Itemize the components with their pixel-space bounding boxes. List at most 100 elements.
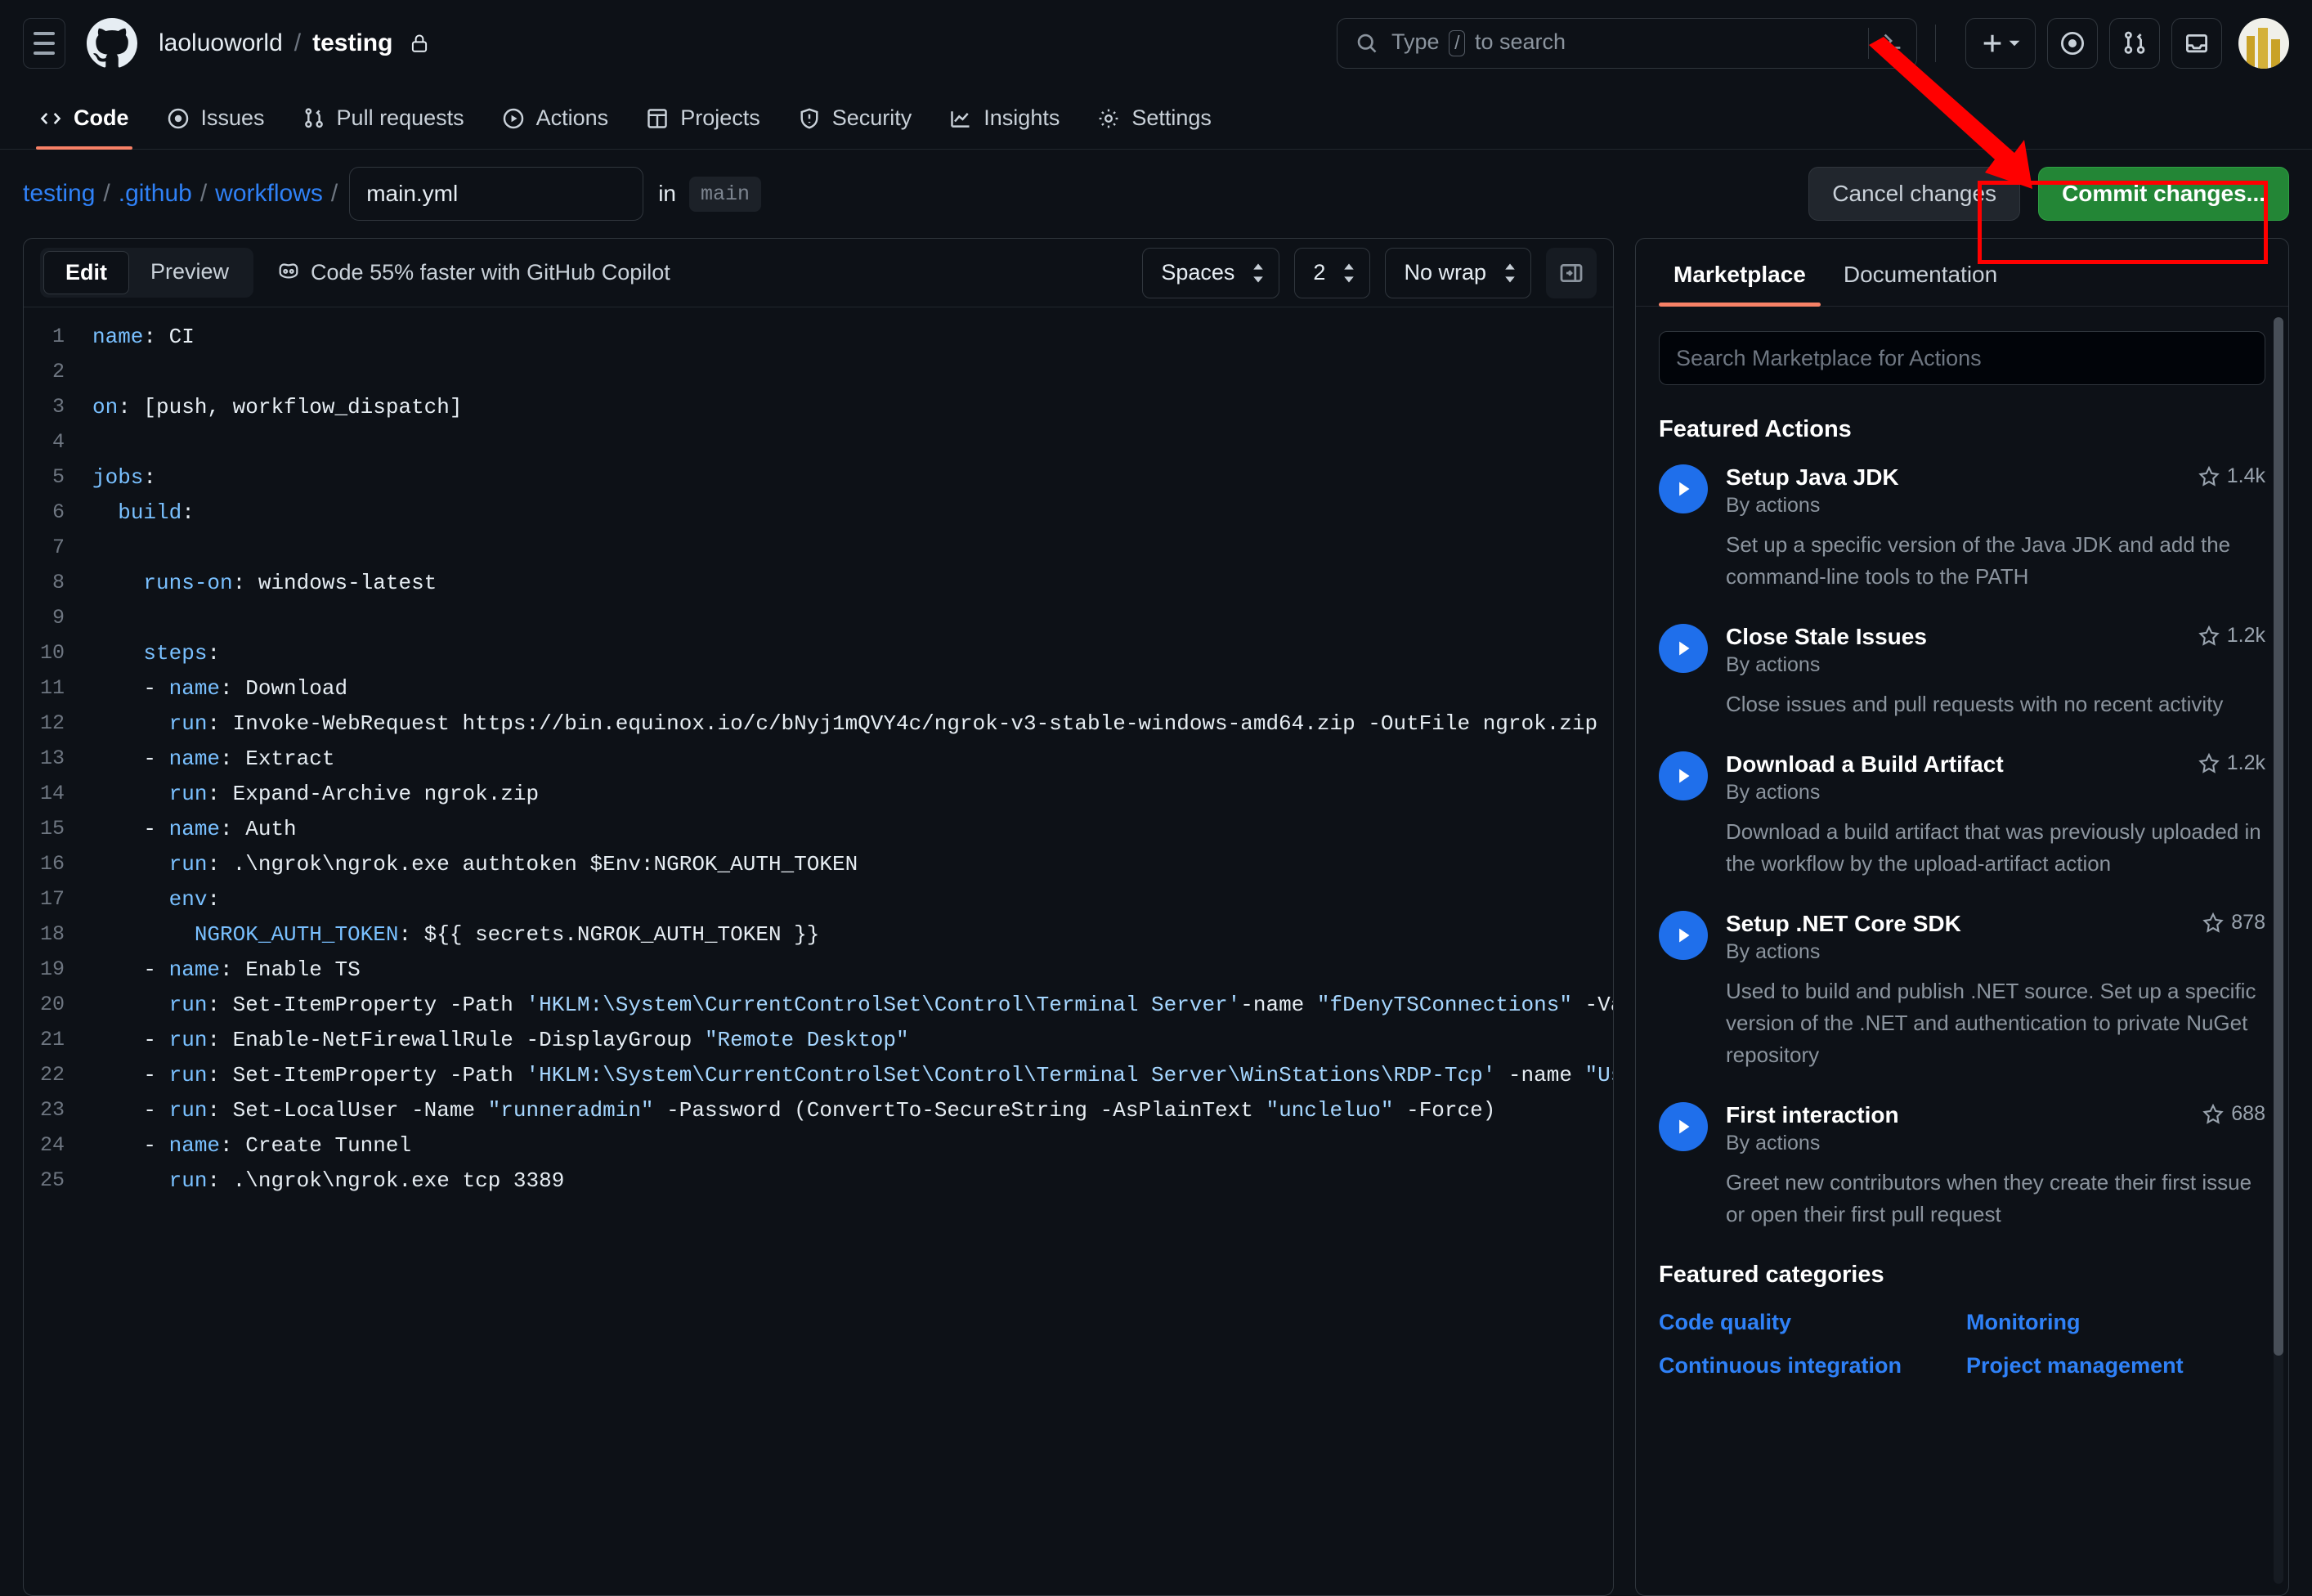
code-line[interactable]: 8 runs-on: windows-latest <box>24 565 1613 600</box>
code-line[interactable]: 21 - run: Enable-NetFirewallRule -Displa… <box>24 1022 1613 1057</box>
tab-preview[interactable]: Preview <box>129 251 250 294</box>
action-star-value: 688 <box>2231 1102 2265 1125</box>
wrap-mode-value: No wrap <box>1404 260 1486 285</box>
action-description: Set up a specific version of the Java JD… <box>1726 532 2231 589</box>
code-line[interactable]: 17 env: <box>24 881 1613 917</box>
editor-settings: Spaces 2 No wrap <box>1142 247 1597 298</box>
marketplace-action-item[interactable]: Setup Java JDK 1.4k By actions Set up a spe… <box>1659 464 2265 593</box>
sidebar-scrollbar-thumb[interactable] <box>2274 317 2283 1356</box>
code-line[interactable]: 11 - name: Download <box>24 670 1613 706</box>
code-line[interactable]: 15 - name: Auth <box>24 811 1613 846</box>
category-link[interactable]: Continuous integration <box>1659 1353 1958 1379</box>
copilot-promo[interactable]: Code 55% faster with GitHub Copilot <box>276 258 670 288</box>
marketplace-action-item[interactable]: Close Stale Issues 1.2k By actions Close is… <box>1659 624 2265 720</box>
category-link[interactable]: Project management <box>1966 1353 2265 1379</box>
line-content: - run: Enable-NetFirewallRule -DisplayGr… <box>92 1027 909 1052</box>
lock-icon <box>409 32 430 55</box>
code-line[interactable]: 1 name: CI <box>24 319 1613 354</box>
featured-actions-heading: Featured Actions <box>1659 416 1852 442</box>
action-author: By actions <box>1726 653 1821 676</box>
breadcrumb-link-testing[interactable]: testing <box>23 180 95 208</box>
tab-projects-label: Projects <box>680 105 760 130</box>
action-details: Setup Java JDK 1.4k By actions Set up a spe… <box>1726 464 2265 593</box>
tab-actions[interactable]: Actions <box>486 105 625 149</box>
search-slash-kbd: / <box>1449 29 1466 56</box>
code-line[interactable]: 7 <box>24 530 1613 565</box>
code-line[interactable]: 2 <box>24 354 1613 389</box>
tab-security[interactable]: Security <box>782 105 929 149</box>
code-line[interactable]: 23 - run: Set-LocalUser -Name "runneradm… <box>24 1092 1613 1128</box>
hamburger-menu-icon[interactable] <box>23 17 65 69</box>
github-logo-icon[interactable] <box>87 17 137 69</box>
code-line[interactable]: 5 jobs: <box>24 460 1613 495</box>
code-lines[interactable]: 1 name: CI 2 3 on: [push, workflow_dispatch]… <box>24 307 1613 1595</box>
tab-edit[interactable]: Edit <box>43 251 129 294</box>
action-star-count: 1.2k <box>2198 751 2265 775</box>
file-path-bar: testing / .github / workflows / in main … <box>0 150 2312 238</box>
code-line[interactable]: 19 - name: Enable TS <box>24 952 1613 987</box>
action-author: By actions <box>1726 494 1821 517</box>
featured-actions-list: Setup Java JDK 1.4k By actions Set up a spe… <box>1659 464 2265 1231</box>
action-author: By actions <box>1726 1132 1821 1154</box>
user-avatar[interactable] <box>2238 17 2289 69</box>
sidebar-body: Featured Actions Setup Java JDK 1.4k By ac… <box>1636 307 2288 1595</box>
issues-icon-button[interactable] <box>2047 17 2098 69</box>
filename-input[interactable] <box>349 167 644 221</box>
line-number: 5 <box>52 465 65 489</box>
breadcrumb-owner[interactable]: laoluoworld <box>159 29 283 57</box>
code-line[interactable]: 9 <box>24 600 1613 635</box>
code-line[interactable]: 13 - name: Extract <box>24 741 1613 776</box>
line-number: 3 <box>52 395 65 419</box>
breadcrumb-link-github[interactable]: .github <box>119 180 192 208</box>
line-number: 2 <box>52 360 65 383</box>
marketplace-search-input[interactable] <box>1659 331 2265 385</box>
category-link[interactable]: Monitoring <box>1966 1310 2265 1335</box>
marketplace-action-item[interactable]: First interaction 688 By actions Greet new … <box>1659 1102 2265 1231</box>
notifications-inbox-icon-button[interactable] <box>2171 17 2222 69</box>
tab-issues[interactable]: Issues <box>150 105 281 149</box>
tab-marketplace[interactable]: Marketplace <box>1659 239 1821 307</box>
code-line[interactable]: 20 run: Set-ItemProperty -Path 'HKLM:\Sy… <box>24 987 1613 1022</box>
code-line[interactable]: 4 <box>24 424 1613 460</box>
toggle-side-panel-icon[interactable] <box>1546 247 1597 298</box>
tab-code[interactable]: Code <box>23 105 146 150</box>
tab-documentation[interactable]: Documentation <box>1829 239 2012 306</box>
breadcrumb-repo[interactable]: testing <box>312 29 392 57</box>
terminal-icon[interactable] <box>1880 29 1905 57</box>
tab-pull-requests-label: Pull requests <box>336 105 464 130</box>
commit-changes-button[interactable]: Commit changes... <box>2038 167 2289 221</box>
tab-pull-requests[interactable]: Pull requests <box>286 105 481 149</box>
action-title-row: First interaction 688 <box>1726 1102 2265 1128</box>
indent-mode-select[interactable]: Spaces <box>1142 247 1280 298</box>
tab-settings[interactable]: Settings <box>1081 105 1228 149</box>
tab-insights[interactable]: Insights <box>933 105 1076 149</box>
code-line[interactable]: 18 NGROK_AUTH_TOKEN: ${{ secrets.NGROK_A… <box>24 917 1613 952</box>
category-link[interactable]: Code quality <box>1659 1310 1958 1335</box>
marketplace-action-item[interactable]: Setup .NET Core SDK 878 By actions Used to … <box>1659 911 2265 1071</box>
chevron-updown-icon <box>1342 262 1356 284</box>
breadcrumb-separator: / <box>293 29 302 56</box>
breadcrumb-link-workflows[interactable]: workflows <box>215 180 323 208</box>
code-line[interactable]: 3 on: [push, workflow_dispatch] <box>24 389 1613 424</box>
wrap-mode-select[interactable]: No wrap <box>1385 247 1531 298</box>
code-line[interactable]: 6 build: <box>24 495 1613 530</box>
sidebar-scrollbar[interactable] <box>2274 317 2283 1584</box>
code-line[interactable]: 14 run: Expand-Archive ngrok.zip <box>24 776 1613 811</box>
code-line[interactable]: 24 - name: Create Tunnel <box>24 1128 1613 1163</box>
tab-projects[interactable]: Projects <box>630 105 777 149</box>
action-star-value: 1.2k <box>2226 624 2265 647</box>
indent-size-select[interactable]: 2 <box>1294 247 1371 298</box>
cancel-changes-button[interactable]: Cancel changes <box>1808 167 2021 221</box>
global-search-input[interactable]: Type / to search <box>1337 17 1917 69</box>
pull-requests-icon-button[interactable] <box>2109 17 2160 69</box>
line-number: 6 <box>52 500 65 524</box>
code-line[interactable]: 12 run: Invoke-WebRequest https://bin.eq… <box>24 706 1613 741</box>
code-line[interactable]: 25 run: .\ngrok\ngrok.exe tcp 3389 <box>24 1163 1613 1198</box>
marketplace-action-item[interactable]: Download a Build Artifact 1.2k By actions D… <box>1659 751 2265 880</box>
line-content: - name: Auth <box>92 816 297 841</box>
create-new-button[interactable] <box>1965 17 2036 69</box>
code-line[interactable]: 16 run: .\ngrok\ngrok.exe authtoken $Env… <box>24 846 1613 881</box>
action-play-icon <box>1659 911 1708 960</box>
code-line[interactable]: 22 - run: Set-ItemProperty -Path 'HKLM:\… <box>24 1057 1613 1092</box>
code-line[interactable]: 10 steps: <box>24 635 1613 670</box>
